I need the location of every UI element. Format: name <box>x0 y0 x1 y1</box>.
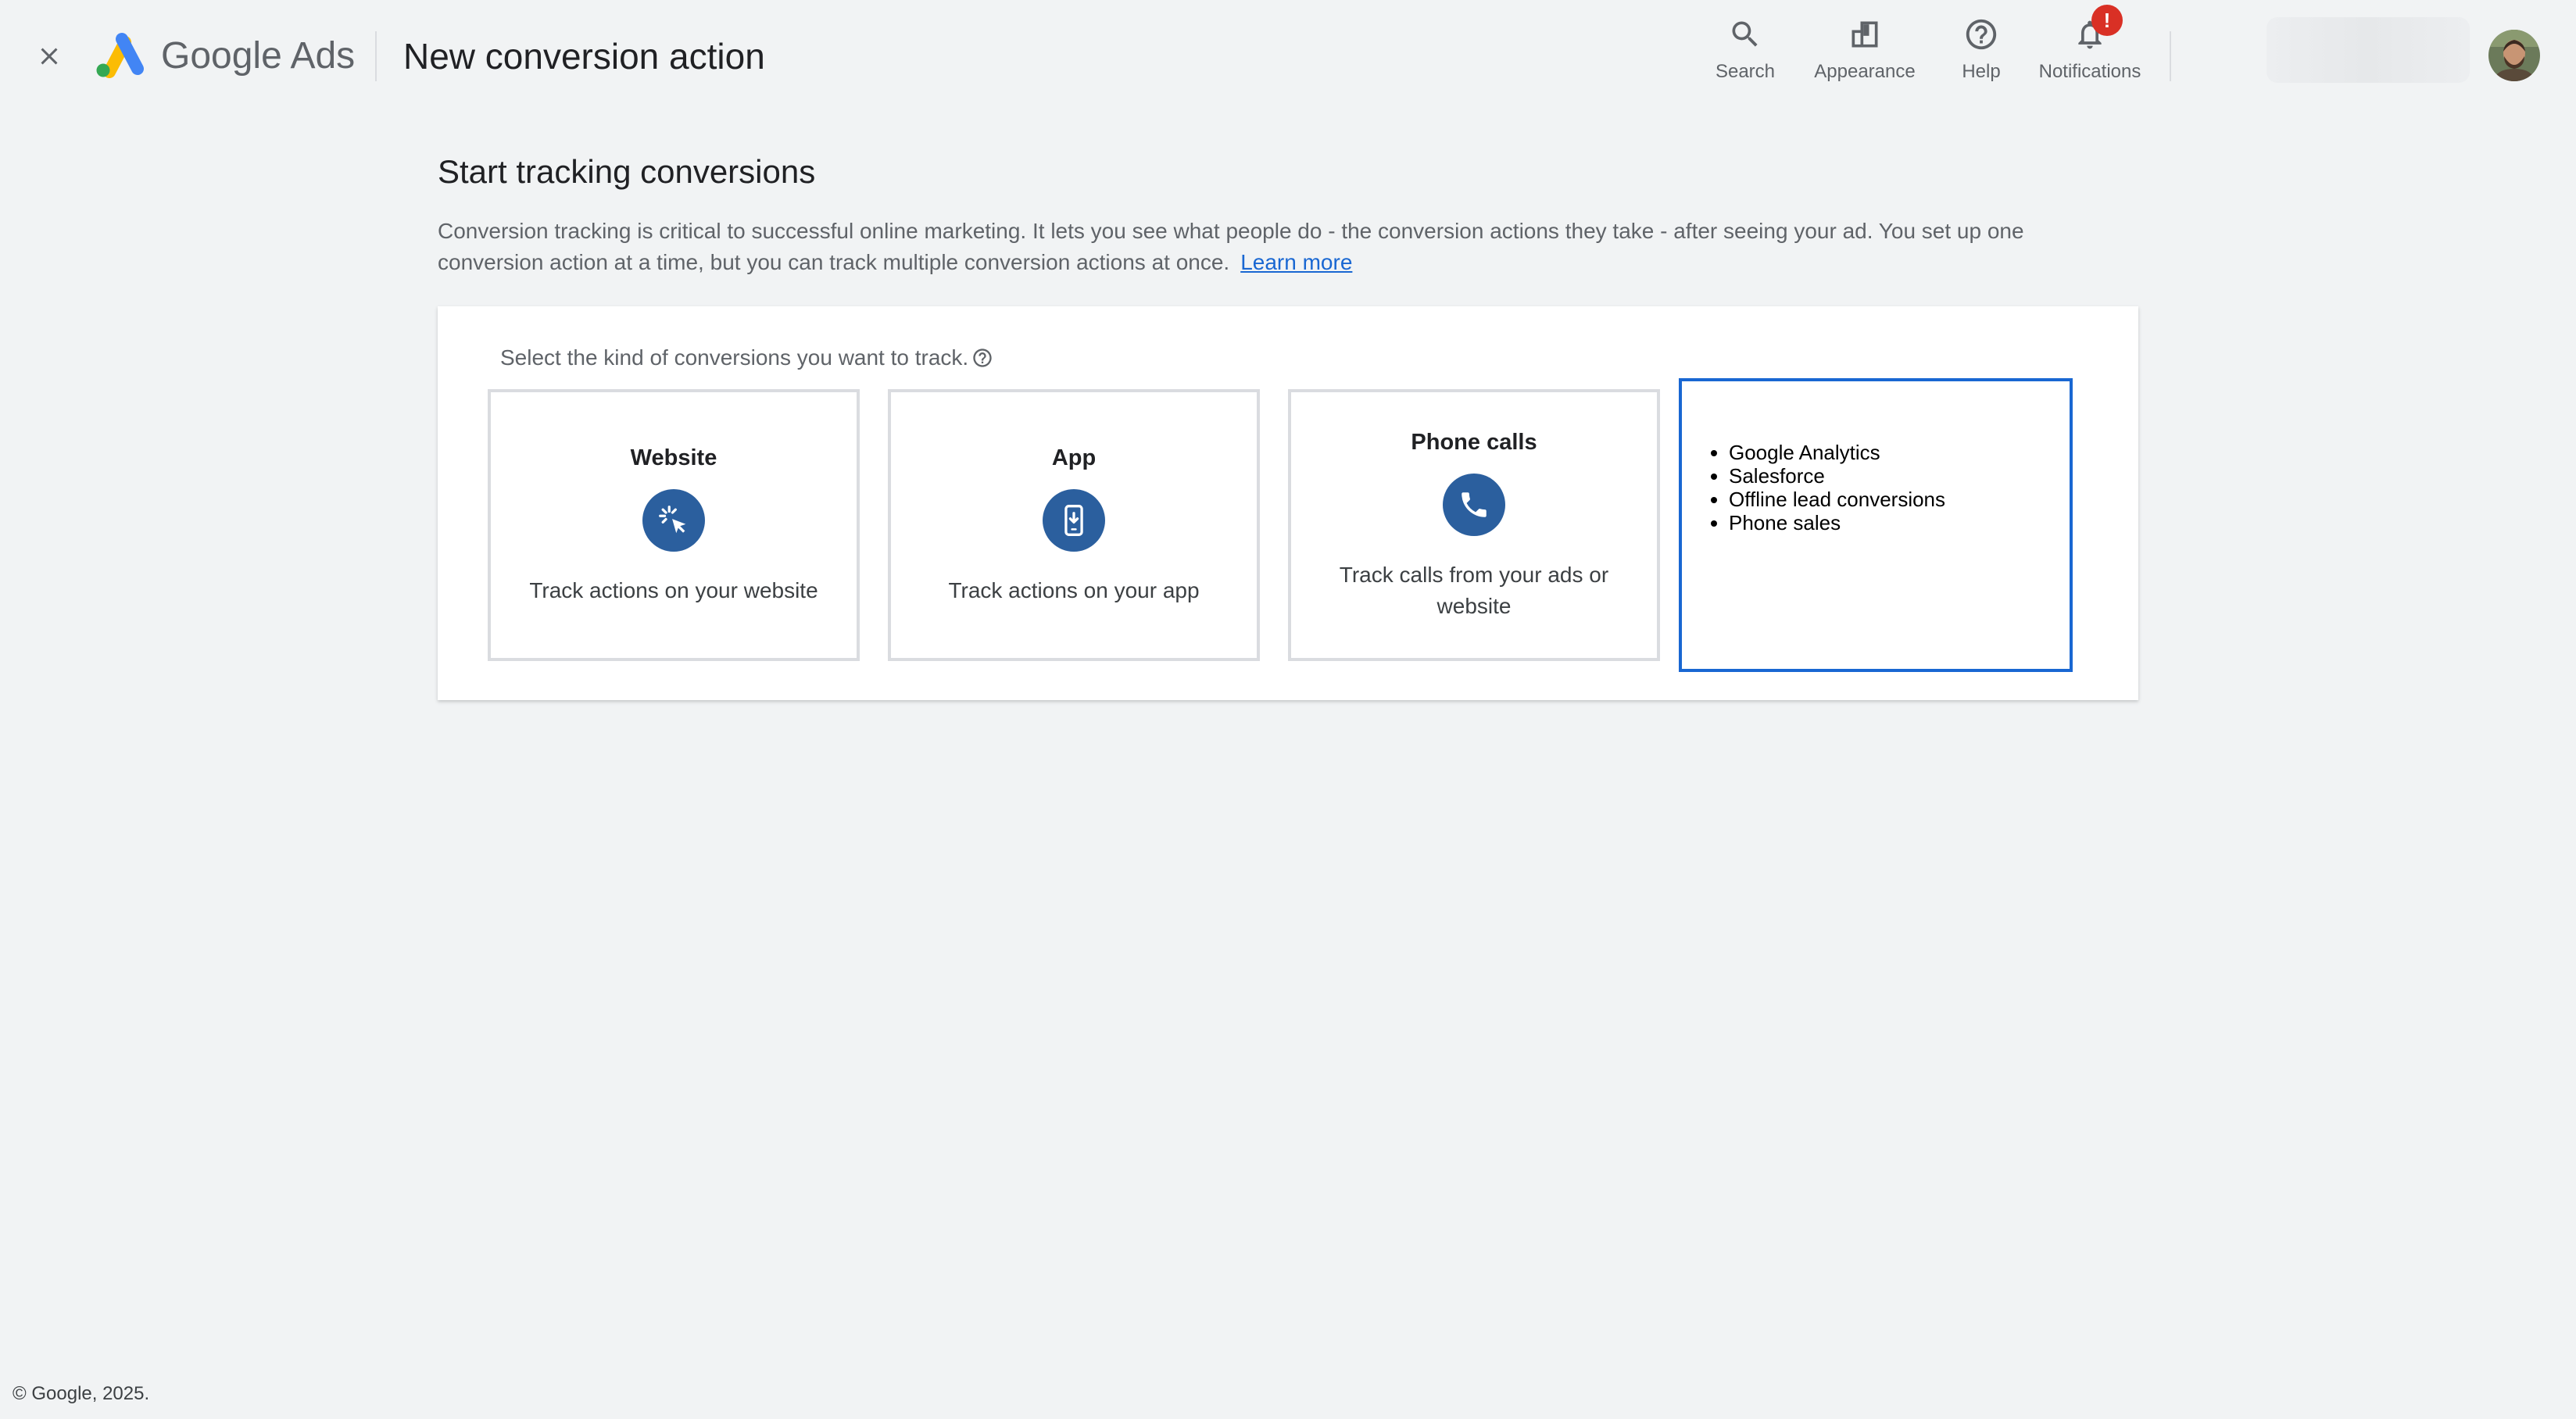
avatar[interactable] <box>2488 30 2540 81</box>
header-divider-right <box>2170 31 2171 81</box>
phone-calls-card-description: Track calls from your ads or website <box>1339 563 1609 618</box>
appearance-label: Appearance <box>1814 61 1916 82</box>
brand-ads: Ads <box>290 35 356 77</box>
learn-more-link[interactable]: Learn more <box>1240 250 1352 274</box>
account-switcher[interactable] <box>2267 17 2470 83</box>
list-item: Salesforce <box>1729 464 1945 488</box>
brand-google: Google <box>161 35 282 77</box>
app-card-description: Track actions on your app <box>948 578 1200 602</box>
header-divider <box>375 31 377 81</box>
selection-prompt: Select the kind of conversions you want … <box>500 342 993 374</box>
copyright-footer: © Google, 2025. <box>13 1383 150 1404</box>
close-button[interactable] <box>30 33 69 80</box>
section-title: Start tracking conversions <box>438 153 816 190</box>
phone-download-icon <box>1064 505 1083 536</box>
user-avatar-image <box>2488 30 2540 81</box>
phone-calls-card[interactable]: Phone calls Track calls from your ads or… <box>1288 389 1660 661</box>
notifications-button[interactable]: ! Notifications <box>2027 5 2152 88</box>
help-button[interactable]: Help <box>1946 13 2016 88</box>
notifications-label: Notifications <box>2038 61 2141 82</box>
notification-badge: ! <box>2091 5 2123 36</box>
close-icon <box>41 48 58 65</box>
phone-icon <box>1462 492 1487 517</box>
help-label: Help <box>1962 61 2001 82</box>
appearance-button[interactable]: Appearance <box>1810 13 1919 88</box>
search-icon <box>1732 21 1758 47</box>
product-name: Google Ads <box>161 31 355 81</box>
search-button[interactable]: Search <box>1710 13 1780 88</box>
app-card-icon <box>1043 489 1105 552</box>
intro-text: Conversion tracking is critical to succe… <box>438 219 2024 274</box>
website-card-description: Track actions on your website <box>529 578 818 602</box>
website-card-title: Website <box>630 445 717 470</box>
intro-paragraph: Conversion tracking is critical to succe… <box>438 216 2126 278</box>
help-icon <box>1966 19 1997 50</box>
top-app-bar: Google Ads New conversion action Search … <box>0 0 2576 113</box>
import-sources-list: Google Analytics Salesforce Offline lead… <box>1682 441 1945 534</box>
cursor-click-icon <box>659 506 686 534</box>
app-card-title: App <box>1051 445 1097 470</box>
app-card[interactable]: App Track actions on your app <box>888 389 1260 661</box>
import-card[interactable]: Google Analytics Salesforce Offline lead… <box>1679 378 2073 672</box>
phone-calls-card-title: Phone calls <box>1411 430 1537 455</box>
help-circle-icon <box>973 348 992 367</box>
prompt-help-button[interactable] <box>971 347 993 369</box>
appearance-icon <box>1852 21 1878 48</box>
list-item: Google Analytics <box>1729 441 1945 464</box>
google-ads-logo-icon <box>96 33 144 78</box>
page-title: New conversion action <box>403 36 765 77</box>
website-card-icon <box>642 489 705 552</box>
search-label: Search <box>1715 61 1776 82</box>
phone-calls-card-icon <box>1443 474 1505 536</box>
list-item: Offline lead conversions <box>1729 488 1945 511</box>
prompt-text: Select the kind of conversions you want … <box>500 345 969 370</box>
list-item: Phone sales <box>1729 511 1945 534</box>
website-card[interactable]: Website Track actions on your website <box>488 389 860 661</box>
